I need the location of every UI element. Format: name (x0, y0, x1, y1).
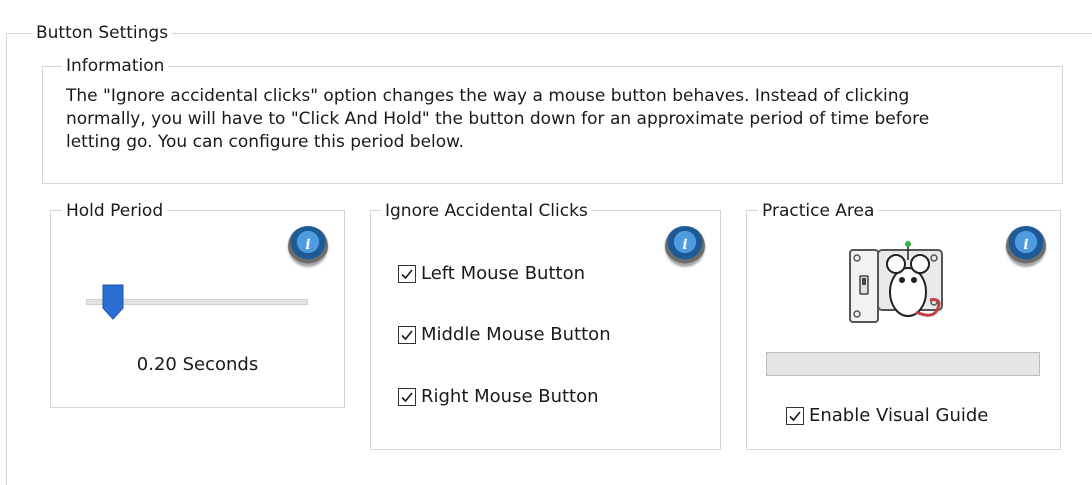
checkmark-icon (401, 330, 413, 341)
left-mouse-button-label: Left Mouse Button (421, 263, 586, 284)
button-settings-title: Button Settings (32, 23, 173, 43)
information-line-2: normally, you will have to "Click And Ho… (66, 109, 930, 129)
information-line-3: letting go. You can configure this perio… (66, 132, 464, 152)
info-icon: i (305, 237, 311, 253)
info-icon: i (682, 237, 688, 253)
mouse-switch-icon[interactable] (846, 240, 946, 324)
hold-period-slider[interactable] (86, 284, 308, 324)
ignore-clicks-info-button[interactable]: i (665, 226, 705, 266)
middle-mouse-button-label: Middle Mouse Button (421, 324, 611, 345)
info-icon: i (1023, 237, 1029, 253)
information-line-1: The "Ignore accidental clicks" option ch… (66, 86, 910, 106)
checkmark-icon (401, 392, 413, 403)
enable-visual-guide-checkbox[interactable]: Enable Visual Guide (786, 405, 988, 427)
practice-progress-bar (766, 352, 1040, 376)
checkbox-box[interactable] (398, 388, 416, 406)
right-mouse-button-checkbox[interactable]: Right Mouse Button (398, 386, 599, 408)
information-title: Information (62, 56, 169, 76)
checkbox-box[interactable] (398, 326, 416, 344)
left-mouse-button-checkbox[interactable]: Left Mouse Button (398, 263, 585, 285)
slider-thumb[interactable] (102, 284, 124, 320)
practice-area-title: Practice Area (758, 201, 879, 221)
information-text: The "Ignore accidental clicks" option ch… (66, 85, 1056, 154)
checkmark-icon (789, 411, 801, 422)
hold-period-info-button[interactable]: i (288, 226, 328, 266)
hold-period-value: 0.20 Seconds (136, 354, 259, 375)
enable-visual-guide-label: Enable Visual Guide (809, 405, 989, 426)
checkmark-icon (401, 269, 413, 280)
right-mouse-button-label: Right Mouse Button (421, 386, 599, 407)
hold-period-title: Hold Period (62, 201, 168, 221)
checkbox-box[interactable] (786, 407, 804, 425)
practice-area-info-button[interactable]: i (1006, 226, 1046, 266)
ignore-clicks-title: Ignore Accidental Clicks (381, 201, 592, 221)
middle-mouse-button-checkbox[interactable]: Middle Mouse Button (398, 324, 611, 346)
checkbox-box[interactable] (398, 265, 416, 283)
